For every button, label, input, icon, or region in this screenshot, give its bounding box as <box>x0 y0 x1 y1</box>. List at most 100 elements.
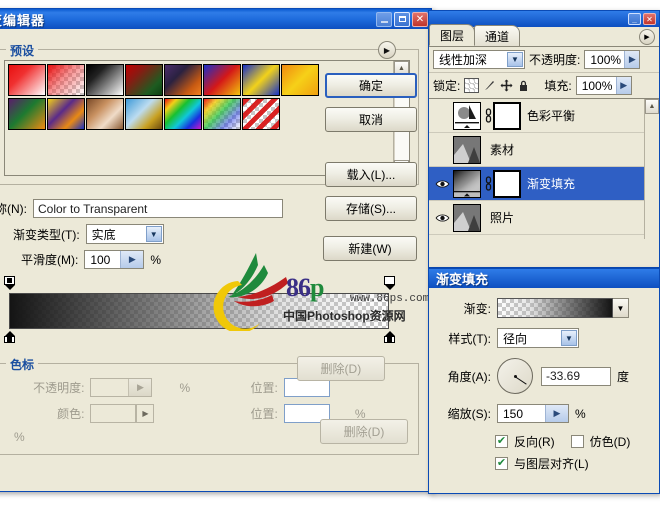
scale-stepper-icon[interactable]: ▶ <box>545 405 568 422</box>
preset-swatch-yellow-violet-orange-blue[interactable] <box>47 98 85 130</box>
blend-opacity-row: 线性加深 ▼ 不透明度: 100% ▶ <box>429 47 659 72</box>
panel-close-button[interactable]: ✕ <box>643 13 656 25</box>
layer-visibility-toggle[interactable] <box>431 179 453 189</box>
scale-input[interactable]: 150 ▶ <box>497 404 569 423</box>
color-stop-right[interactable] <box>384 331 395 343</box>
layer-visibility-toggle[interactable] <box>431 213 453 223</box>
preset-swatch-transparent-stripes[interactable] <box>242 98 280 130</box>
reverse-checkbox[interactable]: ✔ <box>495 435 508 448</box>
move-lock-icon[interactable] <box>500 79 513 92</box>
gradient-fill-titlebar[interactable]: 渐变填充 <box>429 269 659 288</box>
stops-group-label: 色标 <box>6 356 39 373</box>
layers-panel-tabs[interactable]: 图层 通道 ▶ <box>429 24 659 47</box>
layer-thumbnail[interactable] <box>453 101 481 130</box>
angle-input[interactable]: -33.69 <box>541 366 611 386</box>
align-with-layer-checkbox[interactable]: ✔ <box>495 457 508 470</box>
smoothness-label: 平滑度(M): <box>21 253 79 267</box>
layer-thumbnail[interactable] <box>453 169 481 198</box>
preset-swatch-transparent-rainbow[interactable] <box>203 98 241 130</box>
gradient-swatch-label: 渐变: <box>463 301 491 316</box>
window-controls: ✕ <box>376 11 431 27</box>
lock-label: 锁定: <box>433 79 461 93</box>
fill-stepper-icon[interactable]: ▶ <box>615 77 631 94</box>
presets-menu-icon[interactable]: ▶ <box>378 41 396 59</box>
layer-mask-thumbnail[interactable] <box>493 169 521 198</box>
panel-minimize-button[interactable]: _ <box>628 13 641 25</box>
layer-thumbnail[interactable] <box>453 203 481 232</box>
align-with-layer-label: 与图层对齐(L) <box>514 457 589 471</box>
smoothness-unit: % <box>150 252 161 267</box>
brush-lock-icon[interactable] <box>483 79 496 92</box>
load-button[interactable]: 载入(L)... <box>325 162 417 187</box>
all-lock-icon[interactable] <box>517 79 530 92</box>
ok-button[interactable]: 确定 <box>325 73 417 98</box>
layer-name: 色彩平衡 <box>527 109 576 123</box>
layers-list[interactable]: 色彩平衡素材 渐变填充 照片 ▲ <box>429 98 659 239</box>
gradient-fill-title: 渐变填充 <box>436 272 489 287</box>
layers-scrollbar[interactable]: ▲ <box>644 99 659 239</box>
color-swatch <box>90 404 137 423</box>
chevron-down-icon[interactable]: ▼ <box>561 330 577 346</box>
gradient-preview-strip[interactable] <box>9 293 389 329</box>
stops-group: 色标 不透明度: ▶ % 位置: % 删除(D) 颜色: ▶ 位置: % 删除(… <box>0 356 419 455</box>
preset-swatch-chrome[interactable] <box>125 98 163 130</box>
gradient-type-label: 渐变类型(T): <box>13 227 80 242</box>
gradient-strip-area[interactable] <box>1 275 413 347</box>
scale-label: 缩放(S): <box>447 407 491 421</box>
preset-swatch-blue-yellow-blue[interactable] <box>242 64 280 96</box>
preset-swatch-blue-red-yellow[interactable] <box>203 64 241 96</box>
smoothness-input[interactable]: 100 ▶ <box>84 250 145 269</box>
layer-row[interactable]: 色彩平衡 <box>429 99 659 133</box>
gradient-swatch[interactable] <box>497 298 613 318</box>
chevron-down-icon[interactable]: ▼ <box>507 52 523 67</box>
location-label-1: 位置: <box>250 381 278 395</box>
preset-swatch-copper[interactable] <box>86 98 124 130</box>
color-stop-label: 颜色: <box>57 407 85 421</box>
transparency-lock-icon[interactable] <box>464 78 480 93</box>
opacity-stop-left[interactable] <box>4 276 15 290</box>
preset-swatch-red-green[interactable] <box>125 64 163 96</box>
new-gradient-button[interactable]: 新建(W) <box>323 236 417 261</box>
preset-swatch-orange-yellow-orange[interactable] <box>281 64 319 96</box>
smoothness-stepper-icon[interactable]: ▶ <box>120 251 144 268</box>
preset-swatch-foreground-to-transparent[interactable] <box>47 64 85 96</box>
preset-swatch-foreground-to-background[interactable] <box>8 64 46 96</box>
layer-opacity-input[interactable]: 100% ▶ <box>584 50 641 69</box>
cancel-button[interactable]: 取消 <box>325 107 417 132</box>
preset-swatch-black-white[interactable] <box>86 64 124 96</box>
layer-mask-thumbnail[interactable] <box>493 101 521 130</box>
gradient-editor-title: 变编辑器 <box>0 12 46 28</box>
maximize-button[interactable] <box>394 11 410 27</box>
panel-menu-icon[interactable]: ▶ <box>639 29 655 45</box>
layer-row[interactable]: 照片 <box>429 201 659 235</box>
reverse-label: 反向(R) <box>514 435 555 449</box>
minimize-button[interactable] <box>376 11 392 27</box>
angle-dial[interactable] <box>497 358 533 394</box>
layer-mask-link-icon[interactable] <box>484 175 493 193</box>
preset-swatch-violet-orange[interactable] <box>164 64 202 96</box>
gradient-editor-titlebar[interactable]: 变编辑器 ✕ <box>0 9 431 29</box>
preset-swatch-violet-green-orange[interactable] <box>8 98 46 130</box>
style-select[interactable]: 径向 ▼ <box>497 328 579 348</box>
chevron-down-icon[interactable]: ▼ <box>145 226 162 242</box>
gradient-type-select[interactable]: 实底 ▼ <box>85 224 164 244</box>
fill-input[interactable]: 100% ▶ <box>575 76 632 95</box>
preset-swatch-spectrum[interactable] <box>164 98 202 130</box>
gradient-dropdown-icon[interactable]: ▼ <box>613 298 629 318</box>
tab-layers[interactable]: 图层 <box>429 24 476 46</box>
layers-scroll-up-icon[interactable]: ▲ <box>645 99 659 114</box>
close-button[interactable]: ✕ <box>412 11 428 27</box>
gradient-name-input[interactable]: Color to Transparent <box>33 199 283 218</box>
dither-checkbox[interactable] <box>570 435 584 448</box>
layer-row[interactable]: 素材 <box>429 133 659 167</box>
tab-channels[interactable]: 通道 <box>474 25 521 46</box>
layer-mask-link-icon[interactable] <box>484 107 493 125</box>
lock-fill-row: 锁定: 填充: 100% ▶ <box>429 72 659 98</box>
opacity-stepper-icon[interactable]: ▶ <box>624 51 640 68</box>
save-button[interactable]: 存储(S)... <box>325 196 417 221</box>
blend-mode-select[interactable]: 线性加深 ▼ <box>433 50 525 69</box>
color-stop-left[interactable] <box>4 331 15 343</box>
layer-thumbnail[interactable] <box>453 135 481 164</box>
opacity-stop-right[interactable] <box>384 276 395 290</box>
layer-row[interactable]: 渐变填充 <box>429 167 659 201</box>
